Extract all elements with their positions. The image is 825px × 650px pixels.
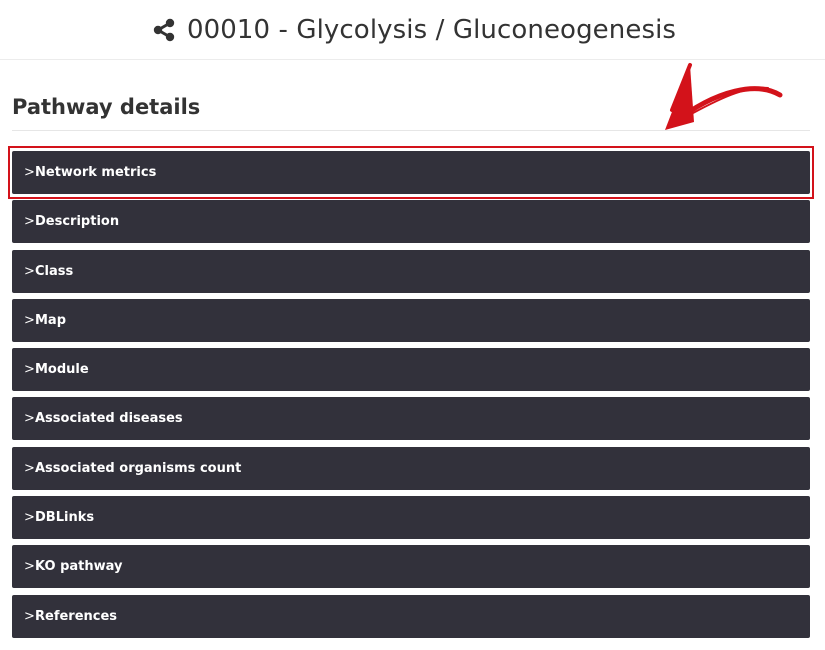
- page: 00010 - Glycolysis / Gluconeogenesis Pat…: [0, 0, 825, 650]
- chevron-right-icon: >: [24, 608, 35, 624]
- chevron-right-icon: >: [24, 411, 35, 427]
- accordion-item-label: Class: [35, 263, 74, 279]
- page-header: 00010 - Glycolysis / Gluconeogenesis: [0, 0, 825, 60]
- accordion-item-module[interactable]: > Module: [12, 348, 810, 392]
- accordion-item-references[interactable]: > References: [12, 594, 810, 638]
- accordion-item-class[interactable]: > Class: [12, 249, 810, 293]
- chevron-right-icon: >: [24, 510, 35, 526]
- accordion-item-associated-organisms-count[interactable]: > Associated organisms count: [12, 446, 810, 490]
- accordion-item-ko-pathway[interactable]: > KO pathway: [12, 545, 810, 589]
- chevron-right-icon: >: [24, 312, 35, 328]
- section-title: Pathway details: [12, 95, 201, 119]
- accordion-item-label: Module: [35, 362, 89, 378]
- accordion-item-label: DBLinks: [35, 510, 95, 526]
- share-icon[interactable]: [151, 17, 177, 43]
- pathway-details-accordion: > Network metrics > Description > Class …: [12, 151, 810, 644]
- chevron-right-icon: >: [24, 263, 35, 279]
- accordion-item-label: KO pathway: [35, 559, 123, 575]
- accordion-item-label: Associated organisms count: [35, 460, 242, 476]
- page-title: 00010 - Glycolysis / Gluconeogenesis: [186, 14, 677, 45]
- accordion-item-dblinks[interactable]: > DBLinks: [12, 496, 810, 540]
- chevron-right-icon: >: [24, 460, 35, 476]
- chevron-right-icon: >: [24, 165, 35, 180]
- chevron-right-icon: >: [24, 362, 35, 378]
- chevron-right-icon: >: [24, 214, 35, 230]
- accordion-item-description[interactable]: > Description: [12, 200, 810, 244]
- accordion-item-label: Map: [35, 312, 67, 328]
- accordion-item-network-metrics[interactable]: > Network metrics: [12, 151, 810, 194]
- accordion-item-label: Associated diseases: [35, 411, 183, 427]
- accordion-item-label: Network metrics: [35, 165, 157, 180]
- section-divider: [12, 130, 810, 131]
- red-arrow-icon: [665, 63, 783, 130]
- accordion-item-label: References: [35, 608, 118, 624]
- header-inner: 00010 - Glycolysis / Gluconeogenesis: [151, 15, 676, 45]
- accordion-item-associated-diseases[interactable]: > Associated diseases: [12, 397, 810, 441]
- accordion-item-label: Description: [35, 214, 120, 230]
- chevron-right-icon: >: [24, 559, 35, 575]
- accordion-item-map[interactable]: > Map: [12, 298, 810, 342]
